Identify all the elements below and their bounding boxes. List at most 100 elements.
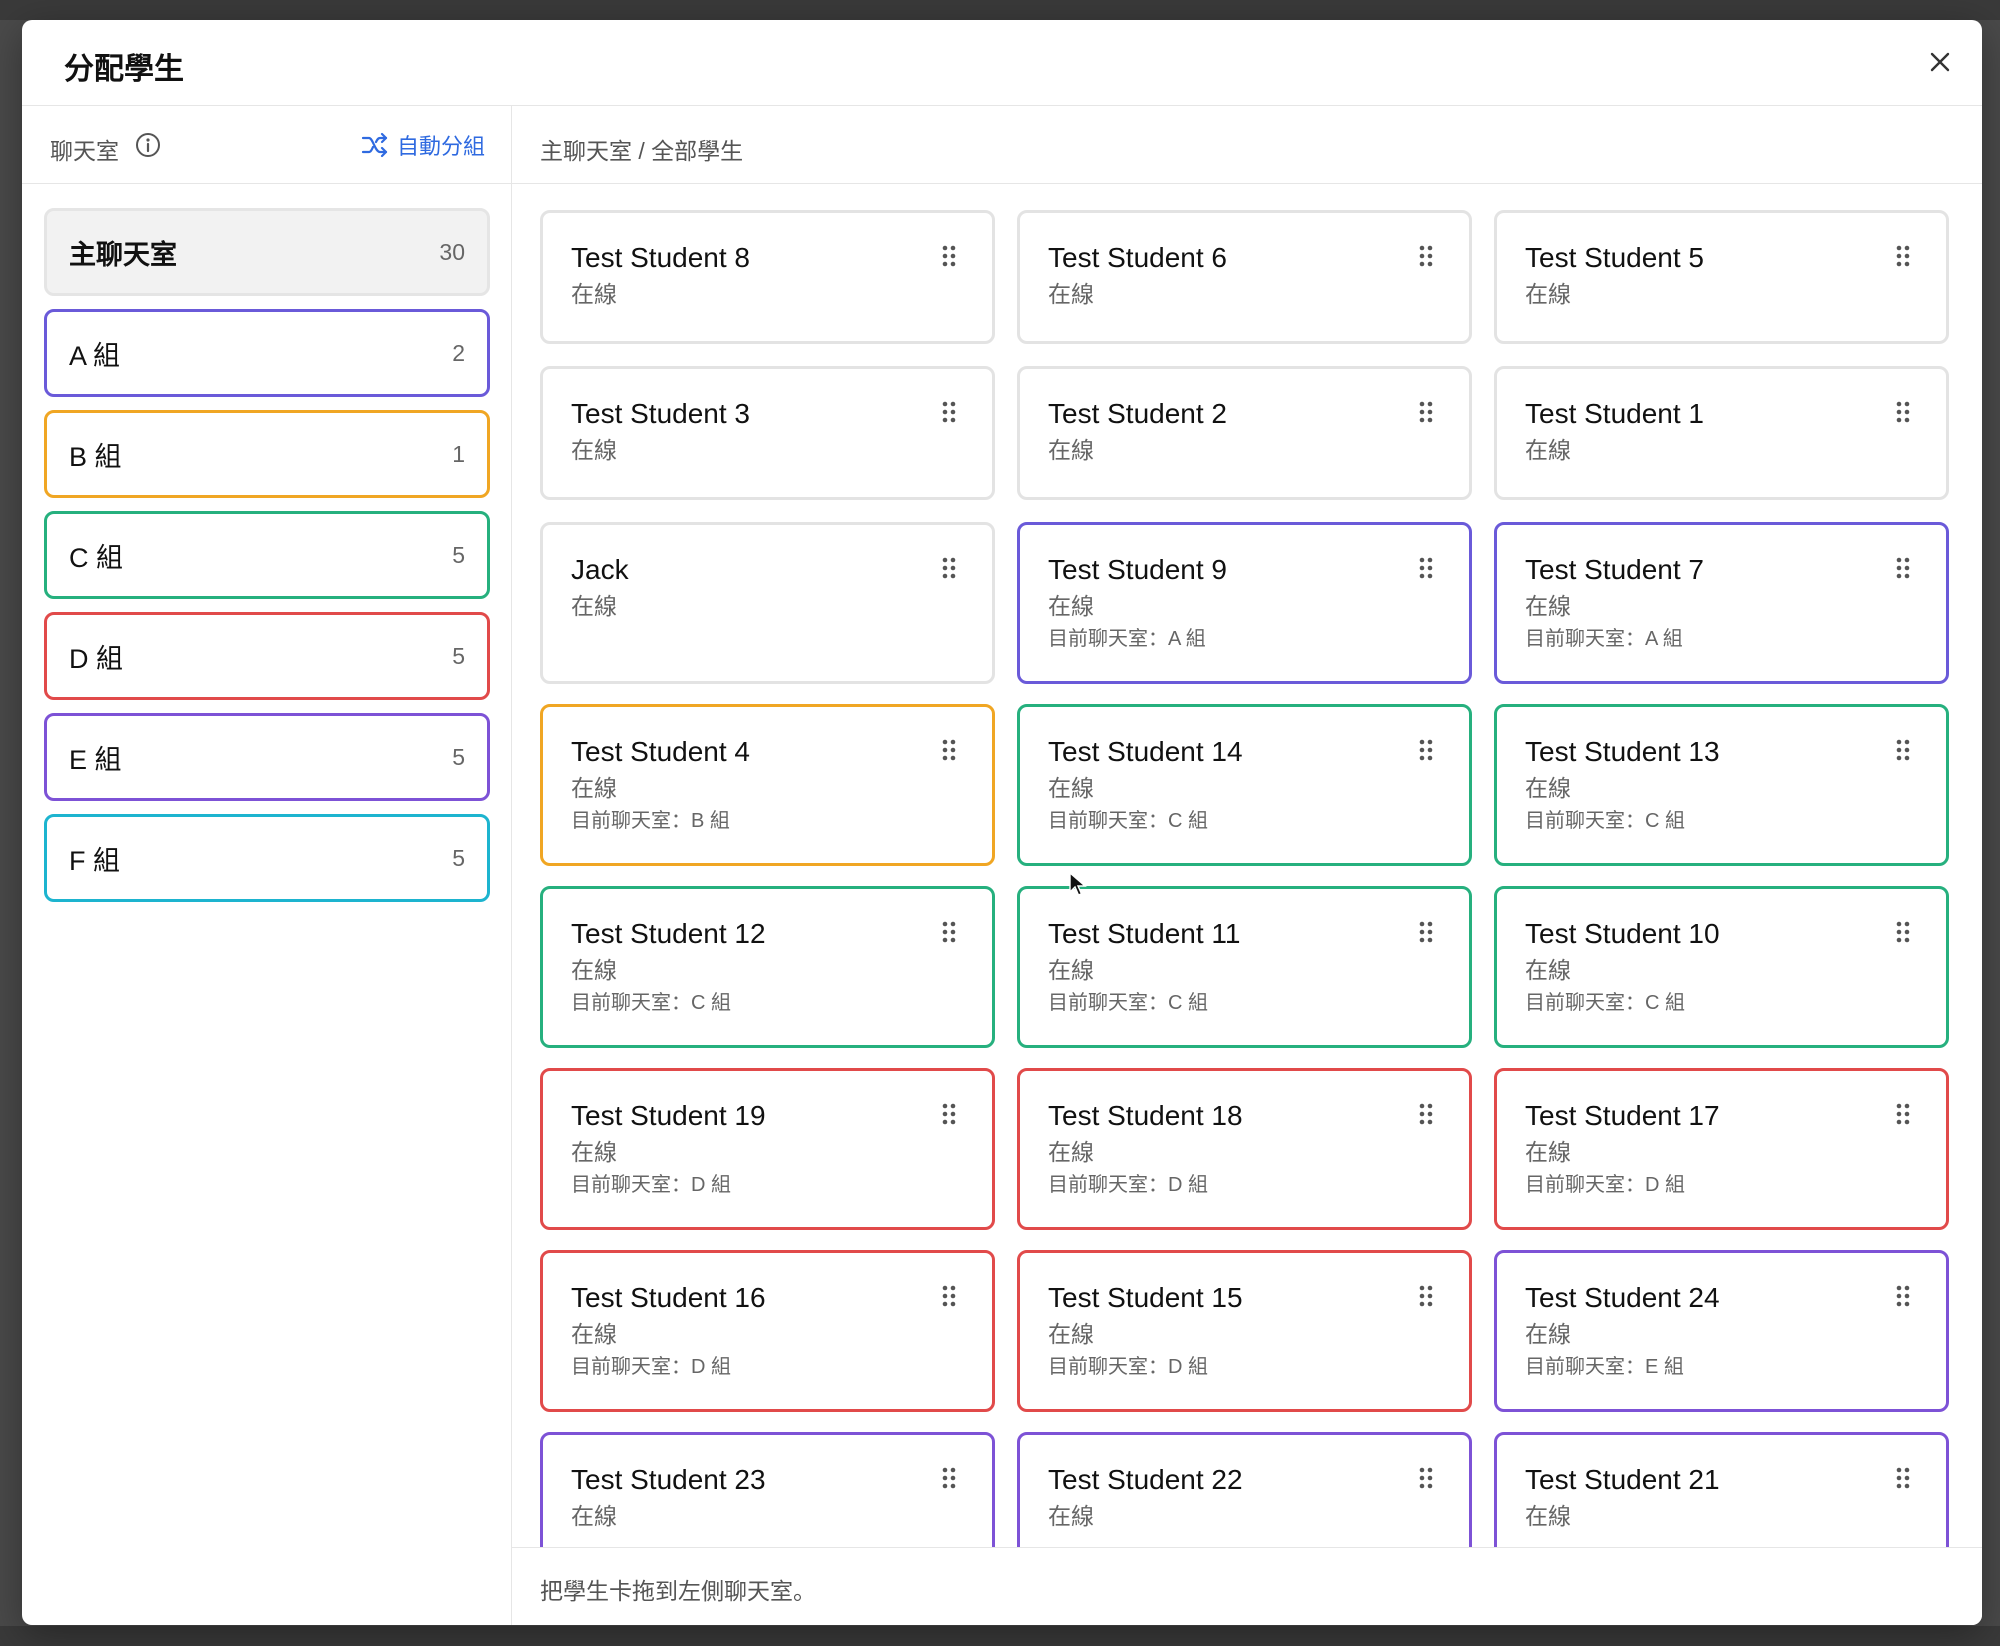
drag-handle-icon[interactable]: [942, 1285, 956, 1307]
footer-bar: 把學生卡拖到左側聊天室。: [512, 1547, 1982, 1625]
student-card[interactable]: Test Student 9 在線 目前聊天室：A 組: [1017, 522, 1472, 684]
drag-handle-icon[interactable]: [1896, 739, 1910, 761]
student-name: Test Student 1: [1525, 398, 1705, 429]
student-name: Test Student 3: [571, 398, 751, 429]
breadcrumb: 主聊天室 / 全部學生: [540, 138, 744, 164]
student-name: Test Student 6: [1048, 242, 1228, 273]
drag-handle-icon[interactable]: [1419, 557, 1433, 579]
student-status: 在線: [1048, 437, 1094, 463]
chatroom-group[interactable]: D 組 5: [44, 612, 490, 700]
student-status: 在線: [571, 775, 617, 801]
student-card[interactable]: Test Student 5 在線: [1494, 210, 1949, 344]
chatroom-group[interactable]: F 組 5: [44, 814, 490, 902]
drag-handle-icon[interactable]: [942, 245, 956, 267]
modal-header: 分配學生: [22, 20, 1982, 106]
student-card[interactable]: Test Student 10 在線 目前聊天室：C 組: [1494, 886, 1949, 1048]
student-current-room: 目前聊天室：A 組: [1525, 628, 1683, 650]
chatroom-name: C 組: [69, 542, 123, 573]
student-status: 在線: [1525, 775, 1571, 801]
student-card[interactable]: Test Student 21 在線: [1494, 1432, 1949, 1547]
breadcrumb-bar: 主聊天室 / 全部學生: [512, 106, 1982, 184]
students-panel: 主聊天室 / 全部學生 Test Student 8 在線 Test Student…: [512, 106, 1982, 1625]
drag-hint: 把學生卡拖到左側聊天室。: [540, 1578, 816, 1604]
chatroom-main[interactable]: 主聊天室 30: [44, 208, 490, 296]
chatroom-count: 5: [452, 844, 465, 871]
student-card[interactable]: Test Student 15 在線 目前聊天室：D 組: [1017, 1250, 1472, 1412]
student-card[interactable]: Test Student 8 在線: [540, 210, 995, 344]
drag-handle-icon[interactable]: [942, 1467, 956, 1489]
drag-handle-icon[interactable]: [1896, 1103, 1910, 1125]
student-card[interactable]: Test Student 24 在線 目前聊天室：E 組: [1494, 1250, 1949, 1412]
student-current-room: 目前聊天室：E 組: [1525, 1356, 1684, 1378]
student-card[interactable]: Test Student 16 在線目前聊天室：D 組: [540, 1250, 995, 1412]
student-card[interactable]: Test Student 13 在線 目前聊天室：C 組: [1494, 704, 1949, 866]
chatroom-count: 5: [452, 642, 465, 669]
student-card[interactable]: Test Student 7 在線 目前聊天室：A 組: [1494, 522, 1949, 684]
student-card[interactable]: Test Student 18 在線 目前聊天室：D 組: [1017, 1068, 1472, 1230]
drag-handle-icon[interactable]: [1896, 1285, 1910, 1307]
student-name: Test Student 7: [1525, 554, 1705, 585]
drag-handle-icon[interactable]: [1419, 1467, 1433, 1489]
chatroom-group[interactable]: E 組 5: [44, 713, 490, 801]
student-card[interactable]: Test Student 1 在線: [1494, 366, 1949, 500]
student-name: Test Student 16: [571, 1282, 766, 1313]
close-button[interactable]: [1920, 42, 1960, 82]
drag-handle-icon[interactable]: [1419, 245, 1433, 267]
chatroom-name: D 組: [69, 643, 123, 674]
student-status: 在線: [1525, 1139, 1571, 1165]
backdrop: [0, 1626, 2000, 1646]
drag-handle-icon[interactable]: [942, 921, 956, 943]
chatroom-group[interactable]: A 組 2: [44, 309, 490, 397]
drag-handle-icon[interactable]: [942, 401, 956, 423]
chatroom-group[interactable]: B 組 1: [44, 410, 490, 498]
student-card[interactable]: Test Student 22 在線: [1017, 1432, 1472, 1547]
auto-group-button[interactable]: 自動分組: [361, 128, 485, 162]
student-status: 在線: [1525, 437, 1571, 463]
student-card[interactable]: Test Student 17 在線 目前聊天室：D 組: [1494, 1068, 1949, 1230]
student-card[interactable]: Jack 在線: [540, 522, 995, 684]
student-card[interactable]: Test Student 2 在線: [1017, 366, 1472, 500]
student-status: 在線: [1048, 593, 1094, 619]
student-name: Test Student 11: [1048, 918, 1241, 949]
student-card[interactable]: Test Student 19 在線 目前聊天室：D 組: [540, 1068, 995, 1230]
student-status: 在線: [571, 1321, 617, 1347]
student-card[interactable]: Test Student 3 在線: [540, 366, 995, 500]
student-card[interactable]: Test Student 23 在線: [540, 1432, 995, 1547]
student-status: 在線: [1525, 281, 1571, 307]
student-name: Test Student 18: [1048, 1100, 1243, 1131]
student-card[interactable]: Test Student 14 在線 目前聊天室：C 組: [1017, 704, 1472, 866]
chatroom-name: B 組: [69, 441, 122, 472]
student-card[interactable]: Test Student 11 在線 目前聊天室：C 組: [1017, 886, 1472, 1048]
student-status: 在線: [571, 1139, 617, 1165]
student-name: Test Student 15: [1048, 1282, 1243, 1313]
chatroom-group[interactable]: C 組 5: [44, 511, 490, 599]
drag-handle-icon[interactable]: [942, 1103, 956, 1125]
drag-handle-icon[interactable]: [942, 739, 956, 761]
student-status: 在線: [1048, 957, 1094, 983]
drag-handle-icon[interactable]: [1896, 1467, 1910, 1489]
student-card[interactable]: Test Student 12 在線 目前聊天室：C 組: [540, 886, 995, 1048]
drag-handle-icon[interactable]: [1896, 921, 1910, 943]
drag-handle-icon[interactable]: [1896, 401, 1910, 423]
modal-title: 分配學生: [64, 53, 184, 86]
drag-handle-icon[interactable]: [1419, 1285, 1433, 1307]
drag-handle-icon[interactable]: [1419, 739, 1433, 761]
student-card[interactable]: Test Student 6 在線: [1017, 210, 1472, 344]
student-card[interactable]: Test Student 4 在線 目前聊天室：B 組: [540, 704, 995, 866]
student-name: Jack: [571, 554, 629, 585]
drag-handle-icon[interactable]: [1419, 1103, 1433, 1125]
drag-handle-icon[interactable]: [1419, 921, 1433, 943]
chatroom-list: 主聊天室 30 A 組 2 B 組 1 C 組 5 D 組 5 E 組 5 F 組 5: [44, 208, 490, 915]
chatroom-name: A 組: [69, 340, 121, 371]
student-name: Test Student 8: [571, 242, 751, 273]
info-icon[interactable]: [134, 131, 162, 159]
student-status: 在線: [571, 437, 617, 463]
drag-handle-icon[interactable]: [1896, 245, 1910, 267]
drag-handle-icon[interactable]: [1419, 401, 1433, 423]
drag-handle-icon[interactable]: [942, 557, 956, 579]
student-name: Test Student 22: [1048, 1464, 1243, 1495]
student-name: Test Student 13: [1525, 736, 1720, 767]
student-current-room: 目前聊天室：D 組: [571, 1356, 731, 1378]
student-grid-scroll[interactable]: Test Student 8 在線 Test Student 6 在線 Test Stu…: [512, 184, 1982, 1547]
drag-handle-icon[interactable]: [1896, 557, 1910, 579]
